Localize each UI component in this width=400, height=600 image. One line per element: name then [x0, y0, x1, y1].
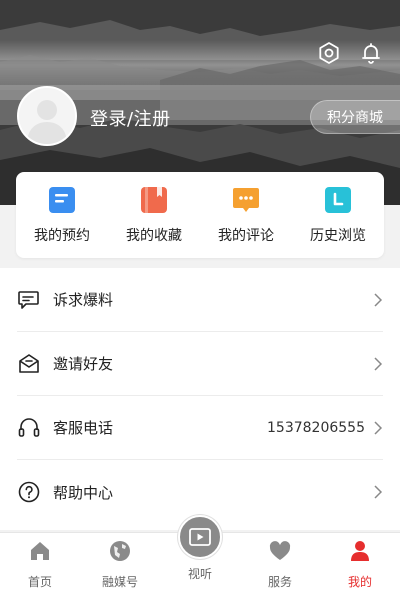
video-icon [189, 528, 211, 546]
menu-item-customer-service[interactable]: 客服电话 15378206555 [17, 396, 383, 460]
comment-icon [233, 188, 259, 212]
tab-label: 视听 [187, 567, 212, 581]
menu-item-label: 帮助中心 [53, 483, 114, 502]
quick-action-label: 我的评论 [218, 228, 274, 244]
chevron-right-icon [374, 292, 383, 307]
login-register-link[interactable]: 登录/注册 [90, 105, 171, 131]
headset-icon [18, 417, 40, 437]
bottom-tab-bar: 首页 融媒号 视听 服务 我的 [0, 515, 400, 600]
invite-icon [19, 353, 39, 373]
settings-menu: 诉求爆料 邀请好友 客服电话 15378206555 帮助中心 [0, 268, 400, 530]
tab-video[interactable]: 视听 [165, 515, 235, 582]
tab-mine[interactable]: 我的 [325, 539, 395, 590]
settings-icon[interactable] [316, 40, 342, 66]
tab-home[interactable]: 首页 [5, 539, 75, 590]
favorites-icon [141, 187, 167, 213]
reservation-icon [49, 187, 75, 213]
feedback-icon [18, 290, 39, 309]
menu-item-label: 邀请好友 [53, 355, 114, 373]
avatar[interactable] [17, 86, 77, 146]
points-mall-button[interactable]: 积分商城 [310, 100, 400, 134]
video-tab-button [178, 515, 222, 559]
chevron-right-icon [374, 420, 383, 435]
quick-action-favorites[interactable]: 我的收藏 [114, 185, 194, 245]
home-icon [31, 542, 49, 560]
tab-label: 融媒号 [101, 575, 138, 589]
globe-icon [110, 541, 130, 561]
tab-media[interactable]: 融媒号 [85, 539, 155, 590]
tab-label: 首页 [27, 575, 52, 589]
menu-item-invite[interactable]: 邀请好友 [17, 332, 383, 396]
default-user-icon [27, 100, 67, 144]
quick-action-reservation[interactable]: 我的预约 [22, 185, 102, 245]
quick-action-label: 我的收藏 [126, 228, 182, 244]
tab-service[interactable]: 服务 [245, 539, 315, 590]
chevron-right-icon [374, 356, 383, 371]
quick-actions-card: 我的预约 我的收藏 我的评论 历史浏览 [16, 172, 384, 258]
quick-action-history[interactable]: 历史浏览 [298, 185, 378, 245]
menu-item-label: 客服电话 [53, 419, 114, 437]
user-icon [351, 541, 369, 561]
bell-icon[interactable] [358, 40, 384, 66]
customer-service-phone[interactable]: 15378206555 [267, 420, 365, 436]
tab-label: 服务 [267, 575, 292, 589]
quick-action-label: 历史浏览 [310, 228, 366, 244]
quick-action-comments[interactable]: 我的评论 [206, 185, 286, 245]
quick-action-label: 我的预约 [34, 228, 90, 244]
tab-label: 我的 [347, 575, 372, 589]
help-icon [18, 481, 40, 503]
history-icon [325, 187, 351, 213]
chevron-right-icon [374, 485, 383, 499]
menu-item-label: 诉求爆料 [53, 291, 114, 309]
heart-icon [269, 541, 291, 560]
menu-item-feedback[interactable]: 诉求爆料 [17, 268, 383, 332]
